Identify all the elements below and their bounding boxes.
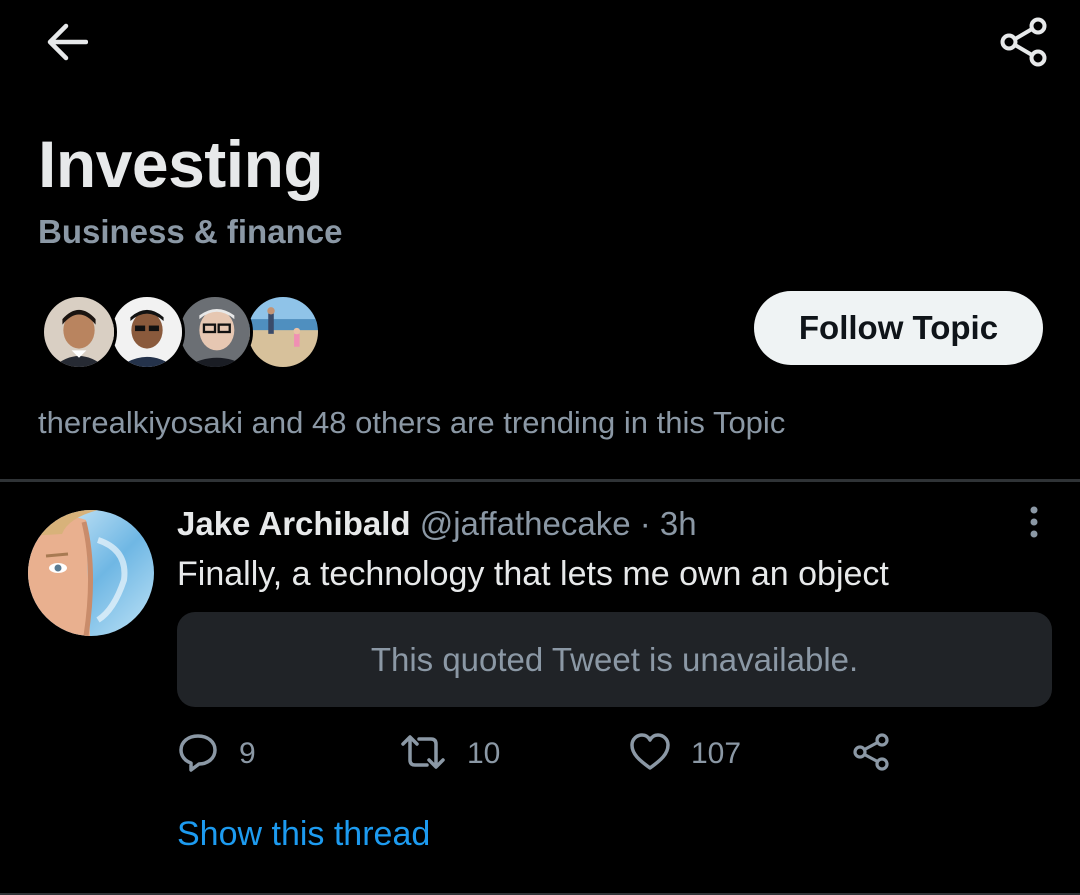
- avatar[interactable]: [177, 294, 253, 370]
- share-nodes-icon: [851, 732, 891, 777]
- topic-category: Business & finance: [38, 213, 343, 250]
- quoted-tweet-unavailable: This quoted Tweet is unavailable.: [177, 612, 1052, 707]
- retweet-icon: [399, 732, 447, 777]
- tweet-timestamp[interactable]: 3h: [660, 505, 697, 542]
- avatar[interactable]: [109, 294, 185, 370]
- retweet-count: 10: [467, 737, 501, 770]
- reply-button[interactable]: 9: [177, 728, 256, 780]
- tweet-header: Jake Archibald @jaffathecake · 3h: [177, 502, 697, 546]
- reply-count: 9: [239, 737, 256, 770]
- trending-avatars[interactable]: [41, 294, 341, 370]
- top-bar: [0, 0, 1080, 90]
- heart-icon: [629, 732, 671, 777]
- tweet-separator: ·: [639, 505, 651, 542]
- tweet-text: Finally, a technology that lets me own a…: [177, 555, 889, 593]
- topic-title: Investing: [38, 127, 324, 201]
- show-thread-link[interactable]: Show this thread: [177, 812, 430, 856]
- retweet-button[interactable]: 10: [399, 728, 500, 780]
- quoted-tweet-message: This quoted Tweet is unavailable.: [370, 640, 859, 678]
- topic-page: Investing Business & finance Follow Topi…: [0, 0, 1080, 895]
- arrow-left-icon: [44, 22, 89, 67]
- share-tweet-button[interactable]: [851, 728, 891, 780]
- avatar[interactable]: [245, 294, 321, 370]
- share-topic-button[interactable]: [994, 16, 1054, 72]
- tweet-actions: 9 10 107: [177, 728, 917, 780]
- reply-icon: [177, 731, 219, 778]
- more-vertical-icon: [1028, 505, 1040, 544]
- section-divider: [0, 479, 1080, 482]
- tweet-author-handle[interactable]: @jaffathecake: [420, 505, 631, 542]
- like-count: 107: [691, 737, 742, 770]
- like-button[interactable]: 107: [629, 728, 741, 780]
- trending-summary: therealkiyosaki and 48 others are trendi…: [38, 405, 786, 440]
- tweet-more-button[interactable]: [1014, 506, 1054, 542]
- back-button[interactable]: [38, 18, 94, 70]
- share-nodes-icon: [998, 17, 1050, 72]
- follow-topic-button[interactable]: Follow Topic: [754, 291, 1043, 365]
- tweet-author-avatar[interactable]: [28, 510, 154, 636]
- avatar[interactable]: [41, 294, 117, 370]
- tweet-author-name[interactable]: Jake Archibald: [177, 505, 411, 542]
